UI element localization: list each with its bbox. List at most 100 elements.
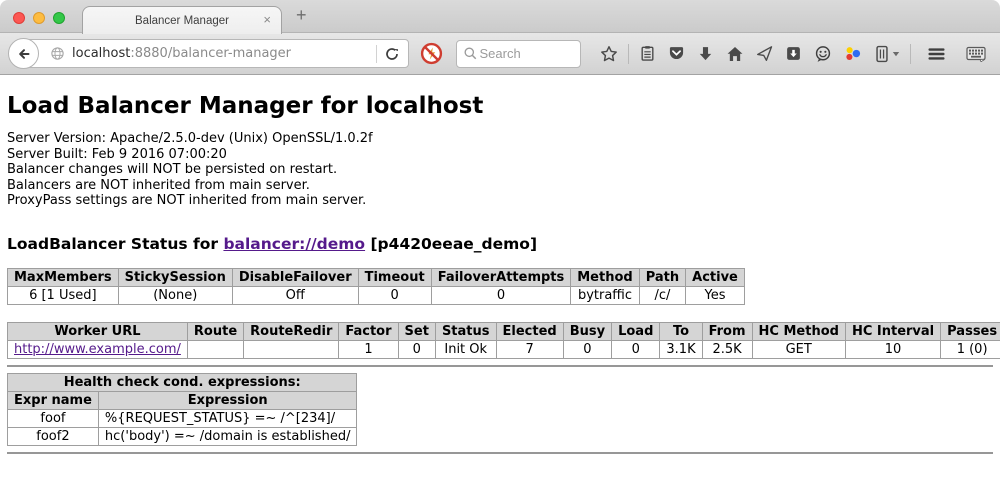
health-check-table: Health check cond. expressions: Expr nam… bbox=[7, 373, 357, 446]
bookmark-star-icon[interactable] bbox=[600, 45, 618, 63]
cell-path: /c/ bbox=[639, 286, 685, 304]
cell-elected: 7 bbox=[496, 340, 563, 358]
table-row: http://www.example.com/ 1 0 Init Ok 7 0 … bbox=[8, 340, 1000, 358]
table-title-row: Health check cond. expressions: bbox=[8, 373, 357, 391]
cell-hc-interval: 10 bbox=[845, 340, 940, 358]
table-header-row: Worker URL Route RouteRedir Factor Set S… bbox=[8, 322, 1000, 340]
loadbalancer-status-heading: LoadBalancer Status for balancer://demo … bbox=[7, 235, 993, 253]
col-hc-method: HC Method bbox=[752, 322, 845, 340]
cell-expr-name: foof2 bbox=[8, 427, 99, 445]
proxypass-note-line: ProxyPass settings are NOT inherited fro… bbox=[7, 193, 993, 209]
col-expression: Expression bbox=[98, 391, 357, 409]
urlbar-separator bbox=[376, 45, 377, 63]
col-elected: Elected bbox=[496, 322, 563, 340]
home-icon[interactable] bbox=[726, 45, 744, 63]
col-failoverattempts: FailoverAttempts bbox=[431, 268, 571, 286]
tab-title: Balancer Manager bbox=[135, 15, 229, 27]
tab-close-icon[interactable]: × bbox=[263, 12, 271, 27]
back-arrow-icon bbox=[16, 46, 32, 62]
toolbar-separator bbox=[910, 44, 911, 64]
divider bbox=[7, 365, 993, 367]
feedback-smiley-icon[interactable] bbox=[814, 45, 832, 63]
col-stickysession: StickySession bbox=[118, 268, 232, 286]
url-text: localhost:8880/balancer-manager bbox=[72, 46, 291, 61]
clipboard-list-icon[interactable] bbox=[639, 45, 656, 62]
col-from: From bbox=[702, 322, 752, 340]
video-download-box-icon[interactable] bbox=[785, 45, 802, 62]
col-busy: Busy bbox=[563, 322, 611, 340]
cell-status: Init Ok bbox=[435, 340, 496, 358]
status-prefix: LoadBalancer Status for bbox=[7, 235, 223, 253]
cell-worker-url: http://www.example.com/ bbox=[8, 340, 188, 358]
balancers-note-line: Balancers are NOT inherited from main se… bbox=[7, 178, 993, 194]
col-routeredir: RouteRedir bbox=[244, 322, 339, 340]
url-path: :8880/balancer-manager bbox=[130, 46, 291, 61]
menu-hamburger-icon[interactable] bbox=[927, 46, 946, 62]
cell-route bbox=[187, 340, 243, 358]
flash-block-icon[interactable] bbox=[420, 42, 443, 65]
colored-dots-addon-icon[interactable] bbox=[844, 45, 862, 63]
cell-to: 3.1K bbox=[660, 340, 702, 358]
server-built-line: Server Built: Feb 9 2016 07:00:20 bbox=[7, 147, 993, 163]
tab-bar: Balancer Manager × + bbox=[0, 0, 1000, 33]
tab-balancer-manager[interactable]: Balancer Manager × bbox=[82, 6, 282, 34]
col-active: Active bbox=[686, 268, 745, 286]
downloads-arrow-icon[interactable] bbox=[697, 45, 714, 62]
pocket-icon[interactable] bbox=[668, 45, 685, 62]
cell-hc-method: GET bbox=[752, 340, 845, 358]
col-to: To bbox=[660, 322, 702, 340]
col-maxmembers: MaxMembers bbox=[8, 268, 119, 286]
server-version-line: Server Version: Apache/2.5.0-dev (Unix) … bbox=[7, 131, 993, 147]
cell-expr-name: foof bbox=[8, 409, 99, 427]
back-button[interactable] bbox=[8, 38, 39, 69]
url-host: localhost bbox=[72, 46, 130, 61]
col-route: Route bbox=[187, 322, 243, 340]
worker-url-link[interactable]: http://www.example.com/ bbox=[14, 342, 181, 357]
cell-method: bytraffic bbox=[571, 286, 639, 304]
col-hc-interval: HC Interval bbox=[845, 322, 940, 340]
zoom-window-button[interactable] bbox=[53, 12, 65, 24]
cell-set: 0 bbox=[398, 340, 435, 358]
col-method: Method bbox=[571, 268, 639, 286]
divider bbox=[7, 452, 993, 454]
health-table-title: Health check cond. expressions: bbox=[8, 373, 357, 391]
balancer-summary-table: MaxMembers StickySession DisableFailover… bbox=[7, 268, 745, 305]
cell-timeout: 0 bbox=[358, 286, 431, 304]
col-disablefailover: DisableFailover bbox=[232, 268, 358, 286]
page-content: Load Balancer Manager for localhost Serv… bbox=[0, 93, 1000, 454]
new-tab-button[interactable]: + bbox=[296, 5, 307, 26]
table-header-row: MaxMembers StickySession DisableFailover… bbox=[8, 268, 745, 286]
col-status: Status bbox=[435, 322, 496, 340]
toolbar-separator bbox=[628, 44, 629, 64]
close-window-button[interactable] bbox=[13, 12, 25, 24]
cell-expression: %{REQUEST_STATUS} =~ /^[234]/ bbox=[98, 409, 357, 427]
send-plane-icon[interactable] bbox=[756, 45, 773, 62]
search-bar[interactable] bbox=[456, 40, 582, 68]
table-row: foof2 hc('body') =~ /domain is establish… bbox=[8, 427, 357, 445]
col-factor: Factor bbox=[339, 322, 398, 340]
status-suffix: [p4420eeae_demo] bbox=[365, 235, 537, 253]
cell-maxmembers: 6 [1 Used] bbox=[8, 286, 119, 304]
minimize-window-button[interactable] bbox=[33, 12, 45, 24]
navigation-toolbar: localhost:8880/balancer-manager bbox=[0, 33, 1000, 75]
cell-disablefailover: Off bbox=[232, 286, 358, 304]
url-bar[interactable]: localhost:8880/balancer-manager bbox=[23, 39, 409, 68]
reload-icon[interactable] bbox=[384, 46, 400, 62]
cell-load: 0 bbox=[612, 340, 660, 358]
cell-from: 2.5K bbox=[702, 340, 752, 358]
cell-stickysession: (None) bbox=[118, 286, 232, 304]
balancer-demo-link[interactable]: balancer://demo bbox=[223, 235, 365, 253]
search-magnifier-icon bbox=[463, 46, 478, 61]
col-set: Set bbox=[398, 322, 435, 340]
container-tab-icon[interactable] bbox=[874, 45, 900, 63]
search-input[interactable] bbox=[478, 45, 570, 62]
persist-note-line: Balancer changes will NOT be persisted o… bbox=[7, 162, 993, 178]
cell-expression: hc('body') =~ /domain is established/ bbox=[98, 427, 357, 445]
dropdown-caret-icon[interactable] bbox=[892, 51, 900, 57]
table-header-row: Expr name Expression bbox=[8, 391, 357, 409]
col-expr-name: Expr name bbox=[8, 391, 99, 409]
col-path: Path bbox=[639, 268, 685, 286]
cell-factor: 1 bbox=[339, 340, 398, 358]
col-timeout: Timeout bbox=[358, 268, 431, 286]
keyboard-icon[interactable] bbox=[966, 45, 986, 62]
